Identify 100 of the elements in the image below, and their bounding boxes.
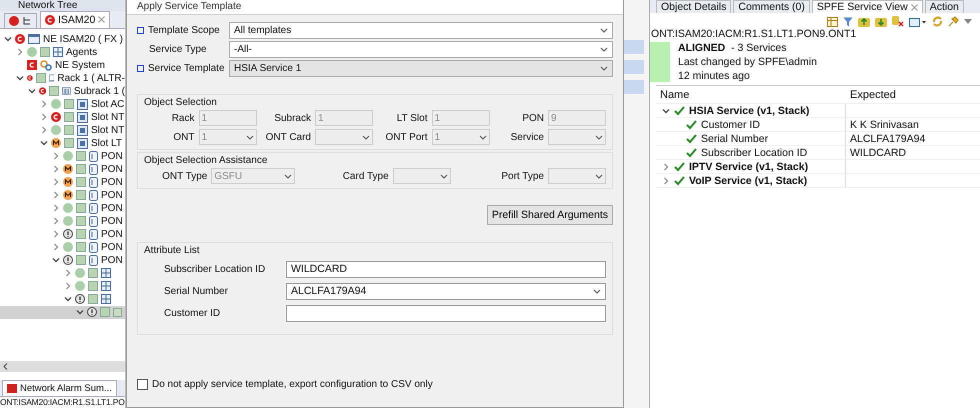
tree-row[interactable]: Slot NT bbox=[0, 124, 125, 137]
chevron-down-icon[interactable] bbox=[662, 106, 670, 114]
chevron-right-icon[interactable] bbox=[64, 269, 72, 278]
close-icon[interactable] bbox=[98, 16, 106, 24]
chevron-down-icon[interactable] bbox=[16, 74, 24, 82]
chevron-right-icon[interactable] bbox=[52, 204, 60, 212]
table-icon[interactable] bbox=[827, 16, 838, 26]
state-square-icon bbox=[100, 307, 110, 318]
tab[interactable]: Comments (0) bbox=[733, 0, 810, 13]
tree-row[interactable]: Slot AC bbox=[0, 98, 125, 111]
column-header[interactable]: Name bbox=[656, 88, 846, 100]
highlight-bar bbox=[624, 60, 644, 74]
tree-label: PON bbox=[101, 242, 123, 253]
chevron-right-icon[interactable] bbox=[52, 217, 60, 226]
tab[interactable]: Object Details bbox=[656, 0, 732, 13]
dialog-title: Apply Service Template bbox=[127, 0, 623, 15]
filter-icon[interactable] bbox=[843, 16, 853, 26]
tab[interactable]: ISAM20 bbox=[40, 10, 110, 28]
tree-row[interactable]: PON bbox=[0, 214, 125, 228]
field-label: Template Scope bbox=[148, 25, 220, 36]
chevron-down-icon[interactable] bbox=[4, 35, 12, 44]
tree-row[interactable]: PON bbox=[0, 188, 125, 202]
scroll-left-icon[interactable] bbox=[3, 362, 8, 370]
tree-row[interactable]: Subrack 1 ( bbox=[0, 84, 125, 98]
card-icon bbox=[77, 138, 88, 149]
chevron-right-icon[interactable] bbox=[40, 113, 48, 122]
chevron-right-icon[interactable] bbox=[52, 230, 60, 238]
tree-row[interactable] bbox=[0, 306, 125, 319]
chevron-down-icon[interactable] bbox=[52, 256, 60, 264]
scrollbar[interactable] bbox=[0, 360, 125, 372]
critical-status-icon bbox=[45, 14, 55, 25]
tree-row[interactable]: Slot LT bbox=[0, 136, 125, 150]
tree-icon[interactable] bbox=[22, 16, 32, 26]
dropdown-field[interactable]: -All- bbox=[229, 41, 613, 58]
tab[interactable]: SPFE Service View bbox=[812, 0, 923, 13]
input-field[interactable]: WILDCARD bbox=[286, 260, 606, 278]
port-icon bbox=[89, 216, 98, 227]
menu-icon[interactable] bbox=[964, 18, 972, 24]
tree-row[interactable]: PON bbox=[0, 240, 125, 254]
field-label: ONT Type bbox=[162, 170, 208, 182]
chevron-right-icon[interactable] bbox=[662, 162, 670, 170]
tree-row[interactable]: NE ISAM20 ( FX ) bbox=[0, 32, 125, 46]
tab[interactable]: Network Alarm Sum... bbox=[2, 380, 117, 396]
chevron-down-icon[interactable] bbox=[40, 139, 48, 148]
tree-label: NE ISAM20 ( FX ) bbox=[43, 34, 124, 45]
column-header[interactable]: Expected bbox=[846, 88, 980, 100]
square-icon bbox=[113, 308, 122, 317]
dropdown-field[interactable]: ALCLFA179A94 bbox=[286, 282, 606, 300]
tree-row[interactable]: PON bbox=[0, 176, 125, 189]
tree-row[interactable]: PON bbox=[0, 202, 125, 215]
prefill-button[interactable]: Prefill Shared Arguments bbox=[486, 205, 613, 225]
field-label: Service Type bbox=[149, 44, 207, 55]
checkbox[interactable] bbox=[137, 379, 148, 390]
port-icon bbox=[89, 176, 98, 188]
tree-row[interactable]: Rack 1 ( ALTR- bbox=[0, 72, 125, 85]
service-name: IPTV Service (v1, Stack) bbox=[689, 160, 808, 172]
chevron-down-icon[interactable] bbox=[64, 295, 72, 304]
chevron-right-icon[interactable] bbox=[52, 243, 60, 252]
tree-row[interactable]: PON bbox=[0, 228, 125, 241]
grid-icon bbox=[101, 281, 111, 292]
chevron-right-icon[interactable] bbox=[40, 126, 48, 134]
tree-row[interactable]: Agents bbox=[0, 46, 125, 59]
tree-row[interactable]: PON bbox=[0, 162, 125, 176]
pin-icon[interactable] bbox=[948, 16, 959, 27]
field-label: LT Slot bbox=[396, 112, 428, 124]
state-square-icon bbox=[76, 229, 86, 240]
status-label: ALIGNED bbox=[678, 42, 726, 54]
tree-label: PON bbox=[101, 216, 123, 227]
chevron-right-icon[interactable] bbox=[16, 48, 24, 56]
dropdown-field[interactable]: All templates bbox=[229, 22, 613, 39]
chevron-right-icon[interactable] bbox=[662, 176, 670, 184]
export-icon[interactable] bbox=[909, 16, 927, 27]
panel-title: Network Tree bbox=[0, 0, 125, 11]
rack-icon bbox=[48, 72, 54, 84]
caret-down-icon bbox=[595, 134, 603, 140]
delete-icon[interactable] bbox=[892, 16, 904, 27]
chevron-right-icon[interactable] bbox=[52, 178, 60, 186]
chevron-right-icon[interactable] bbox=[40, 100, 48, 108]
chevron-right-icon[interactable] bbox=[64, 282, 72, 290]
chevron-right-icon[interactable] bbox=[52, 191, 60, 200]
input-field[interactable] bbox=[286, 304, 606, 322]
close-icon[interactable] bbox=[910, 4, 918, 10]
chevron-right-icon[interactable] bbox=[52, 152, 60, 160]
tree-row[interactable]: Slot NT bbox=[0, 110, 125, 124]
caret-down-icon bbox=[594, 174, 603, 178]
state-square-icon bbox=[88, 294, 98, 304]
sync-icon[interactable] bbox=[932, 16, 943, 27]
caret-down-icon bbox=[440, 174, 448, 178]
tab[interactable]: Action bbox=[924, 0, 964, 13]
tree-row[interactable]: PON bbox=[0, 254, 125, 267]
changed-by-text: Last changed by SPFE\admin bbox=[678, 56, 817, 68]
state-square-icon bbox=[49, 86, 60, 96]
state-square-icon bbox=[88, 281, 98, 292]
tree-row[interactable]: NE System bbox=[0, 58, 125, 72]
chevron-down-icon[interactable] bbox=[28, 87, 36, 96]
upload-icon[interactable] bbox=[858, 16, 870, 27]
chevron-right-icon[interactable] bbox=[52, 165, 60, 174]
tree-row[interactable]: PON bbox=[0, 150, 125, 163]
chevron-down-icon[interactable] bbox=[76, 308, 84, 316]
download-icon[interactable] bbox=[875, 16, 887, 27]
